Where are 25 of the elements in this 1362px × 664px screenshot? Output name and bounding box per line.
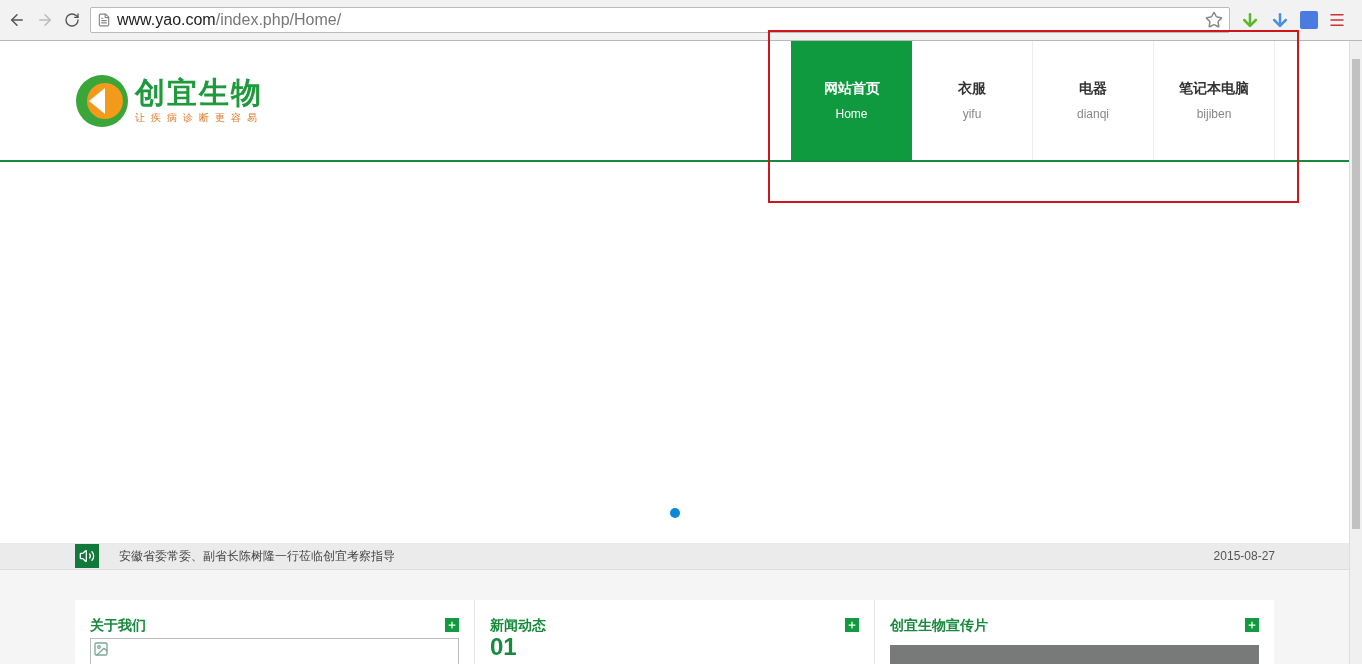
forward-icon[interactable]: [36, 11, 54, 29]
section-title: 新闻动态: [490, 615, 546, 635]
broken-image-icon: [93, 641, 109, 657]
address-bar[interactable]: www.yao.com/index.php/Home/: [90, 7, 1230, 33]
nav-item[interactable]: 网站首页 Home: [791, 41, 912, 160]
scrollbar[interactable]: [1349, 41, 1362, 664]
notice-date: 2015-08-27: [1213, 548, 1275, 565]
bookmark-star-icon[interactable]: [1205, 11, 1223, 29]
download-icon[interactable]: [1240, 10, 1260, 30]
plus-icon[interactable]: [1245, 618, 1259, 632]
section-title: 关于我们: [90, 615, 146, 635]
news-number: 01: [490, 635, 517, 659]
menu-icon[interactable]: [1328, 11, 1346, 29]
page-icon: [97, 13, 111, 27]
back-icon[interactable]: [8, 11, 26, 29]
logo-tagline: 让疾病诊断更容易: [135, 111, 263, 125]
reload-icon[interactable]: [64, 12, 80, 28]
logo-name: 创宜生物: [135, 76, 263, 110]
notice-text[interactable]: 安徽省委常委、副省长陈树隆一行莅临创宜考察指导: [119, 547, 395, 565]
plus-icon[interactable]: [845, 618, 859, 632]
url-text: www.yao.com/index.php/Home/: [117, 10, 342, 30]
logo-icon: [75, 73, 129, 128]
arrow-down-icon[interactable]: [1270, 10, 1290, 30]
plus-icon[interactable]: [445, 618, 459, 632]
section-title: 创宜生物宣传片: [890, 615, 988, 635]
